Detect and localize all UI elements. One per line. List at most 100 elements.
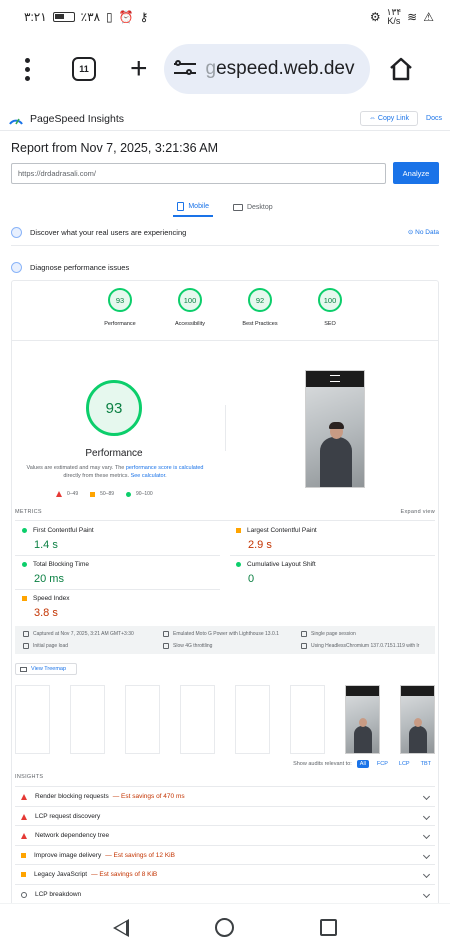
wifi-icon <box>163 643 169 649</box>
score-calc-link[interactable]: performance score is calculated <box>126 465 204 471</box>
recents-icon[interactable] <box>320 919 337 936</box>
discover-section[interactable]: Discover what your real users are experi… <box>11 222 439 242</box>
psi-header: PageSpeed Insights ⇔ Copy Link Docs <box>0 107 450 131</box>
menu-icon[interactable] <box>12 57 42 81</box>
browser-icon <box>301 643 307 649</box>
battery-icon <box>52 12 75 22</box>
run-captured: Captured at Nov 7, 2025, 3:21 AM GMT+3:3… <box>23 631 134 637</box>
metric-lcp: Largest Contentful Paint 2.9 s <box>236 527 317 551</box>
mobile-icon <box>177 201 185 211</box>
wifi-icon: ≋ <box>407 10 418 24</box>
calendar-icon <box>23 631 29 637</box>
info-circle-icon <box>21 891 27 898</box>
divider <box>15 555 220 556</box>
new-tab-icon[interactable]: + <box>130 54 148 84</box>
system-nav-bar <box>0 903 450 951</box>
divider <box>11 340 439 341</box>
gauge-label: SEO <box>324 321 336 327</box>
expand-view-button[interactable]: Expand view <box>401 509 436 515</box>
average-square-icon <box>22 596 27 601</box>
copy-link-button[interactable]: ⇔ Copy Link <box>359 111 419 126</box>
no-data-label: ⊝ No Data <box>407 229 439 236</box>
pass-circle-icon <box>126 491 132 497</box>
home-circle-icon[interactable] <box>215 918 234 937</box>
session-icon <box>301 631 307 637</box>
back-icon[interactable] <box>113 918 129 937</box>
timer-icon <box>23 643 29 649</box>
filter-tbt[interactable]: TBT <box>418 760 434 768</box>
status-time: ۳:۲۱ <box>24 10 47 24</box>
gauge-accessibility[interactable]: 100 Accessibility <box>166 288 214 333</box>
insight-row[interactable]: Render blocking requests — Est savings of… <box>15 786 435 806</box>
divider <box>225 405 226 451</box>
tab-switcher-button[interactable]: 11 <box>72 57 96 81</box>
calculator-link[interactable]: See calculator <box>131 473 166 479</box>
filmstrip-frame <box>15 685 50 754</box>
insight-row[interactable]: LCP request discovery <box>15 806 435 826</box>
pass-circle-icon <box>22 562 27 567</box>
view-treemap-button[interactable]: View Treemap <box>15 663 77 675</box>
fail-triangle-icon <box>21 813 27 820</box>
performance-big-gauge: 93 <box>86 380 142 436</box>
run-info: Captured at Nov 7, 2025, 3:21 AM GMT+3:3… <box>15 626 435 654</box>
docs-link[interactable]: Docs <box>426 115 442 122</box>
page-screenshot <box>305 370 365 488</box>
psi-title: PageSpeed Insights <box>30 112 124 125</box>
device-tabs: Mobile Desktop <box>0 197 450 217</box>
gauge-performance[interactable]: 93 Performance <box>96 288 144 333</box>
lab-icon <box>11 261 22 273</box>
tab-desktop[interactable]: Desktop <box>229 197 277 217</box>
gauge-score: 92 <box>248 288 272 312</box>
filter-fcp[interactable]: FCP <box>374 760 391 768</box>
insight-row[interactable]: Legacy JavaScript — Est savings of 8 KiB <box>15 864 435 884</box>
alert-icon: ⚠ <box>423 10 434 24</box>
gauge-label: Performance <box>104 321 136 327</box>
insight-row[interactable]: LCP breakdown <box>15 884 435 904</box>
tab-mobile[interactable]: Mobile <box>173 197 213 217</box>
filter-lcp[interactable]: LCP <box>396 760 413 768</box>
treemap-icon <box>20 666 27 672</box>
key-icon: ⚷ <box>139 10 149 24</box>
fail-triangle-icon <box>56 491 62 497</box>
gauge-best-practices[interactable]: 92 Best Practices <box>236 288 284 333</box>
run-initial: Initial page load <box>23 643 68 649</box>
performance-note: Values are estimated and may vary. The p… <box>26 465 204 479</box>
average-square-icon <box>90 491 96 497</box>
url-input[interactable]: https://drdadrasali.com/ <box>11 163 386 184</box>
site-settings-icon[interactable] <box>173 60 196 78</box>
chevron-down-icon <box>422 851 431 860</box>
gauge-label: Accessibility <box>175 321 205 327</box>
insight-row[interactable]: Network dependency tree <box>15 825 435 845</box>
report-title: Report from Nov 7, 2025, 3:21:36 AM <box>11 141 219 155</box>
metric-cls: Cumulative Layout Shift 0 <box>236 561 316 585</box>
gauge-seo[interactable]: 100 SEO <box>306 288 354 333</box>
metric-si: Speed Index 3.8 s <box>22 595 70 619</box>
status-bar: ۳:۲۱ ٪۳۸ ▯ ⏰ ⚷ ⚙ ۱۳۴ K/s ≋ ⚠ <box>0 0 450 34</box>
metric-tbt: Total Blocking Time 20 ms <box>22 561 89 585</box>
chevron-down-icon <box>422 870 431 879</box>
discover-text: Discover what your real users are experi… <box>30 227 187 237</box>
desktop-icon <box>232 203 243 211</box>
run-browser: Using HeadlessChromium 137.0.7151.119 wi… <box>301 643 419 649</box>
diagnose-section: Diagnose performance issues <box>11 257 439 277</box>
site-logo-icon <box>330 375 340 382</box>
insights-header: INSIGHTS <box>15 774 44 780</box>
insight-row[interactable]: Improve image delivery — Est savings of 1… <box>15 845 435 865</box>
diagnose-text: Diagnose performance issues <box>30 262 130 272</box>
home-icon[interactable] <box>388 56 414 82</box>
fail-triangle-icon <box>21 793 27 800</box>
address-bar[interactable]: gespeed.web.dev <box>163 44 370 94</box>
url-text[interactable]: gespeed.web.dev <box>206 58 355 80</box>
gauge-score: 93 <box>108 288 132 312</box>
chevron-down-icon <box>422 890 431 899</box>
filter-all[interactable]: All <box>356 760 369 768</box>
pass-circle-icon <box>22 528 27 533</box>
average-square-icon <box>21 853 26 858</box>
gauge-score: 100 <box>178 288 202 312</box>
pagespeed-logo-icon <box>9 118 23 125</box>
run-session: Single page session <box>301 631 356 637</box>
average-square-icon <box>21 872 26 877</box>
filmstrip-frame <box>125 685 160 754</box>
users-icon <box>11 226 22 238</box>
analyze-button[interactable]: Analyze <box>393 162 439 184</box>
